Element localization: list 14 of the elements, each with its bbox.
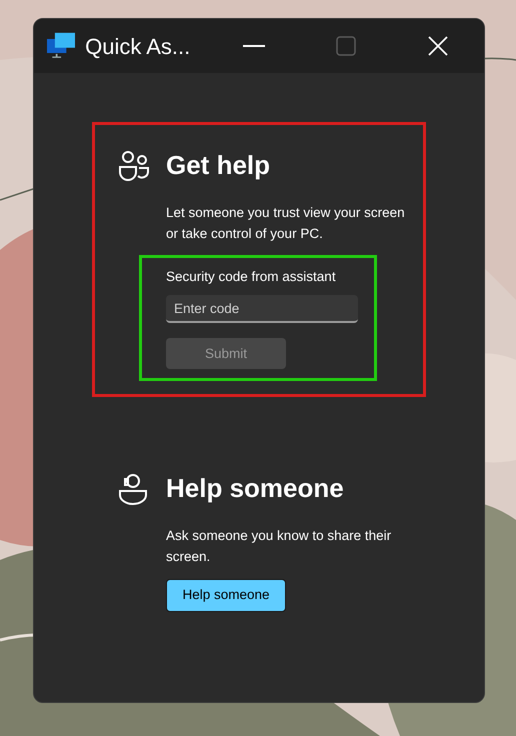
close-icon bbox=[428, 36, 448, 56]
section-description: Let someone you trust view your screen or take control of your PC. bbox=[166, 204, 406, 243]
help-someone-button[interactable]: Help someone bbox=[166, 579, 286, 612]
minimize-icon bbox=[243, 45, 265, 47]
person-icon bbox=[118, 472, 148, 504]
section-description: Ask someone you know to share their screen. bbox=[166, 527, 392, 566]
window-title: Quick As... bbox=[85, 32, 192, 60]
app-icon bbox=[47, 31, 76, 61]
section-title: Get help bbox=[166, 149, 270, 182]
people-icon bbox=[118, 150, 150, 182]
code-field[interactable]: Enter code bbox=[166, 295, 358, 324]
field-label: Security code from assistant bbox=[166, 268, 337, 286]
maximize-icon bbox=[336, 36, 356, 56]
section-title: Help someone bbox=[166, 472, 344, 505]
